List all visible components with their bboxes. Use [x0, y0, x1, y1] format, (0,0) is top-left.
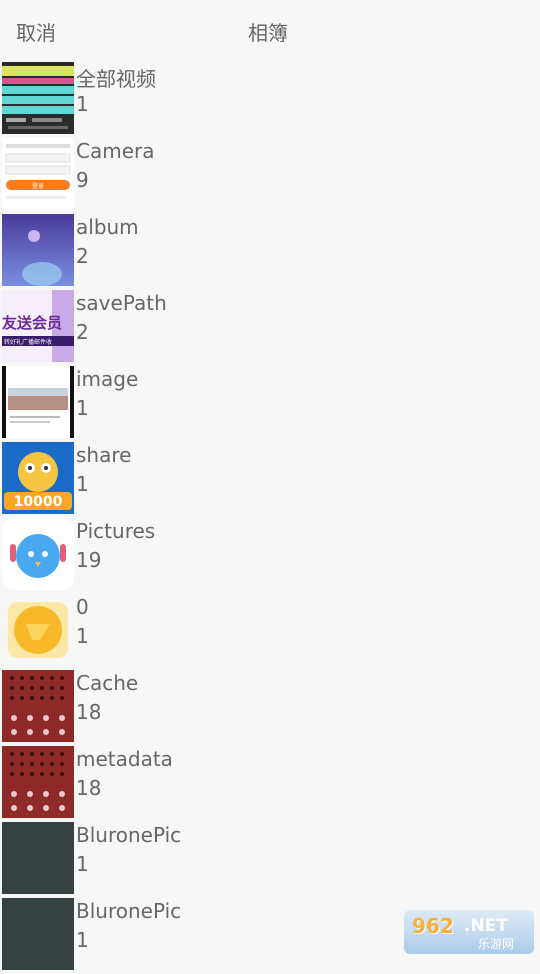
top-bar: 取消 相簿 [0, 0, 540, 62]
watermark-net: .NET [464, 916, 508, 936]
album-thumbnail: 登录 [2, 138, 74, 210]
album-count: 2 [76, 320, 89, 344]
site-watermark: 962 .NET 乐游网 [404, 910, 534, 954]
album-name: album [76, 215, 139, 239]
album-name: BluronePic [76, 823, 181, 847]
album-name: image [76, 367, 138, 391]
album-name: Pictures [76, 519, 155, 543]
album-thumbnail [2, 366, 74, 438]
album-item-image[interactable]: image 1 [0, 366, 540, 442]
album-name: Camera [76, 139, 155, 163]
album-thumbnail: 友送会员 转好礼广播邮件收 [2, 290, 74, 362]
album-item-cache[interactable]: Cache 18 [0, 670, 540, 746]
album-name: Cache [76, 671, 138, 695]
album-thumbnail: 10000 [2, 442, 74, 514]
album-name: share [76, 443, 131, 467]
promo-text: 友送会员 [2, 314, 62, 332]
album-thumbnail [2, 594, 74, 666]
album-count: 18 [76, 700, 101, 724]
page-title: 相簿 [248, 17, 288, 46]
album-name: metadata [76, 747, 173, 771]
promo-sub-text: 转好礼广播邮件收 [4, 338, 52, 346]
album-item-pictures[interactable]: Pictures 19 [0, 518, 540, 594]
album-thumbnail [2, 518, 74, 590]
share-badge-text: 10000 [14, 494, 63, 510]
album-name: 0 [76, 595, 89, 619]
watermark-main: 962 [412, 914, 454, 938]
album-thumbnail [2, 62, 74, 134]
album-thumbnail [2, 898, 74, 970]
album-item-share[interactable]: 10000 share 1 [0, 442, 540, 518]
album-list: 全部视频 1 登录 Camera 9 [0, 62, 540, 974]
album-count: 1 [76, 852, 89, 876]
album-count: 1 [76, 472, 89, 496]
album-count: 1 [76, 624, 89, 648]
album-item-0[interactable]: 0 1 [0, 594, 540, 670]
album-item-all-videos[interactable]: 全部视频 1 [0, 62, 540, 138]
watermark-sub: 乐游网 [478, 935, 514, 952]
cancel-button[interactable]: 取消 [16, 17, 56, 46]
album-thumbnail [2, 214, 74, 286]
album-count: 1 [76, 928, 89, 952]
album-item-savepath[interactable]: 友送会员 转好礼广播邮件收 savePath 2 [0, 290, 540, 366]
album-thumbnail [2, 670, 74, 742]
album-count: 2 [76, 244, 89, 268]
album-item-camera[interactable]: 登录 Camera 9 [0, 138, 540, 214]
login-button-text: 登录 [32, 182, 44, 190]
album-count: 19 [76, 548, 101, 572]
album-count: 1 [76, 396, 89, 420]
album-count: 9 [76, 168, 89, 192]
album-thumbnail [2, 822, 74, 894]
album-count: 1 [76, 92, 89, 116]
album-name: 全部视频 [76, 63, 156, 92]
album-item-album[interactable]: album 2 [0, 214, 540, 290]
album-name: savePath [76, 291, 167, 315]
album-item-bluronepic[interactable]: BluronePic 1 [0, 822, 540, 898]
album-item-metadata[interactable]: metadata 18 [0, 746, 540, 822]
album-name: BluronePic [76, 899, 181, 923]
album-thumbnail [2, 746, 74, 818]
album-count: 18 [76, 776, 101, 800]
